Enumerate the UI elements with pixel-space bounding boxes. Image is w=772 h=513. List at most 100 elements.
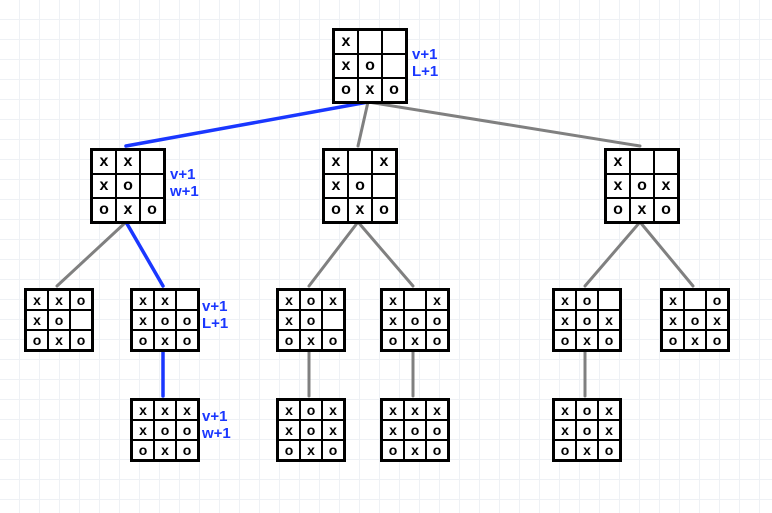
cell: o	[606, 198, 630, 222]
cell: x	[278, 310, 300, 330]
cell: o	[154, 420, 176, 440]
cell: o	[92, 198, 116, 222]
tree-edge	[368, 102, 640, 146]
cell: x	[662, 310, 684, 330]
cell: x	[116, 150, 140, 174]
cell: o	[598, 330, 620, 350]
tree-edge	[126, 222, 163, 286]
cell	[382, 54, 406, 78]
cell: o	[684, 310, 706, 330]
cell: o	[132, 330, 154, 350]
cell: o	[300, 400, 322, 420]
cell: o	[334, 78, 358, 102]
cell: o	[382, 78, 406, 102]
cell: x	[404, 330, 426, 350]
cell	[684, 290, 706, 310]
cell	[630, 150, 654, 174]
board-leaf21: xoxxoxoxo	[276, 398, 346, 462]
cell: x	[278, 420, 300, 440]
cell: o	[348, 174, 372, 198]
cell: o	[706, 290, 728, 310]
tree-edge	[309, 222, 358, 286]
cell: o	[598, 440, 620, 460]
cell: x	[334, 54, 358, 78]
cell: x	[598, 310, 620, 330]
tree-edge	[585, 222, 640, 286]
cell: x	[426, 400, 448, 420]
cell: o	[426, 420, 448, 440]
cell: o	[70, 330, 92, 350]
cell: x	[322, 290, 344, 310]
cell: x	[334, 30, 358, 54]
cell: x	[554, 420, 576, 440]
cell: x	[278, 400, 300, 420]
cell: x	[322, 420, 344, 440]
label-root: v+1 L+1	[412, 46, 438, 80]
board-c3: xxoxoxo	[604, 148, 680, 224]
cell: x	[176, 400, 198, 420]
cell: o	[576, 290, 598, 310]
cell: x	[154, 400, 176, 420]
cell: o	[322, 440, 344, 460]
cell: x	[554, 310, 576, 330]
cell: x	[598, 420, 620, 440]
board-g22: xxxoooxo	[380, 288, 450, 352]
cell: x	[630, 198, 654, 222]
cell	[654, 150, 678, 174]
cell: o	[426, 440, 448, 460]
cell: x	[404, 400, 426, 420]
cell: x	[324, 150, 348, 174]
cell: x	[382, 420, 404, 440]
cell: o	[576, 400, 598, 420]
label-c1: v+1 w+1	[170, 166, 199, 200]
cell: o	[554, 330, 576, 350]
cell: x	[554, 290, 576, 310]
cell: x	[154, 330, 176, 350]
cell	[598, 290, 620, 310]
cell: o	[154, 310, 176, 330]
cell: o	[176, 310, 198, 330]
cell: x	[154, 290, 176, 310]
cell: o	[382, 440, 404, 460]
cell: x	[382, 400, 404, 420]
label-leaf12: v+1 w+1	[202, 408, 231, 442]
board-g31: xoxoxoxo	[552, 288, 622, 352]
tree-edge	[640, 222, 693, 286]
cell: o	[116, 174, 140, 198]
cell: x	[554, 400, 576, 420]
label-g12: v+1 L+1	[202, 298, 228, 332]
board-g32: xoxoxoxo	[660, 288, 730, 352]
cell	[358, 30, 382, 54]
cell: o	[48, 310, 70, 330]
cell: o	[176, 440, 198, 460]
board-c2: xxxooxo	[322, 148, 398, 224]
cell	[382, 30, 406, 54]
cell: x	[92, 174, 116, 198]
cell: o	[70, 290, 92, 310]
cell: x	[132, 310, 154, 330]
mcts-tree-diagram: { "symbols": { "x": "x", "o": "o", "blan…	[0, 0, 772, 513]
cell: x	[382, 290, 404, 310]
cell	[404, 290, 426, 310]
cell: o	[576, 310, 598, 330]
cell: x	[48, 330, 70, 350]
cell: o	[654, 198, 678, 222]
cell: x	[372, 150, 396, 174]
cell: x	[154, 440, 176, 460]
cell: x	[278, 290, 300, 310]
cell: o	[662, 330, 684, 350]
board-g12: xxxoooxo	[130, 288, 200, 352]
cell	[372, 174, 396, 198]
cell	[322, 310, 344, 330]
cell	[140, 150, 164, 174]
cell: o	[554, 440, 576, 460]
cell: o	[706, 330, 728, 350]
tree-edge	[126, 102, 368, 146]
board-c1: xxxooxo	[90, 148, 166, 224]
cell: x	[382, 310, 404, 330]
cell: x	[322, 400, 344, 420]
cell: o	[382, 330, 404, 350]
cell: o	[404, 420, 426, 440]
cell: x	[662, 290, 684, 310]
cell: x	[324, 174, 348, 198]
